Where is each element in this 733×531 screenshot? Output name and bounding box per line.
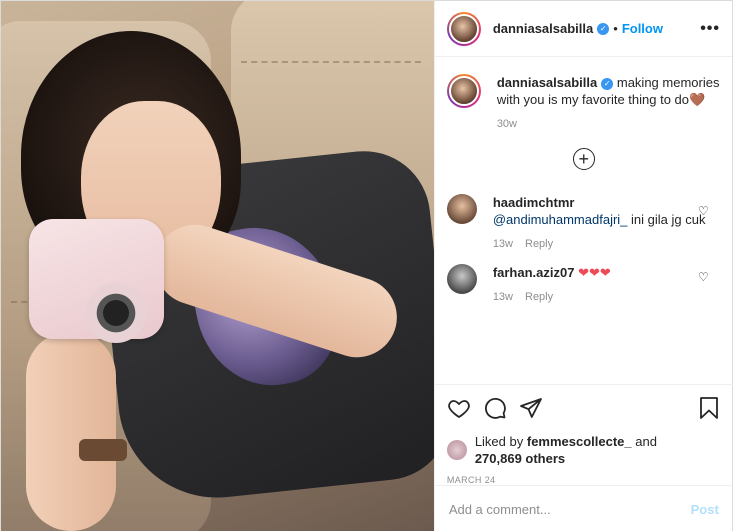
seat-stitch [241,61,421,63]
liker-avatar[interactable] [446,440,467,460]
separator-dot: • [613,21,618,36]
liker-username[interactable]: femmescollecte_ [527,434,632,449]
caption-avatar[interactable] [446,74,481,108]
likes-prefix: Liked by [474,434,527,449]
comments-section: danniasalsabilla ✓ making memories with y… [435,58,733,384]
post-photo[interactable] [1,1,434,531]
caption-row: danniasalsabilla ✓ making memories with y… [446,74,721,130]
follow-button[interactable]: Follow [622,21,663,36]
likes-count[interactable]: 270,869 others [475,451,565,466]
likes-text: Liked by femmescollecte_ and 270,869 oth… [475,433,657,467]
post-side-panel: danniasalsabilla ✓ • Follow ••• danniasa… [433,1,733,531]
likes-middle: and [631,434,657,449]
comment-body: haadimchtmr @andimuhammadfajri_ ini gila… [493,194,721,250]
comment-mention[interactable]: @andimuhammadfajri_ [493,212,628,227]
post-actions: Liked by femmescollecte_ and 270,869 oth… [434,384,733,485]
action-icons [447,395,721,421]
reply-button[interactable]: Reply [525,238,553,250]
comment-text: ❤❤❤ [578,265,611,280]
comment-input[interactable] [448,501,691,517]
comment-text: ini gila jg cuk [627,212,706,227]
comment-text-block: farhan.aziz07 ❤❤❤ [493,264,721,281]
comment-like-heart-icon[interactable]: ♡ [698,270,709,284]
instagram-post: danniasalsabilla ✓ • Follow ••• danniasa… [0,0,733,531]
likes-summary: Liked by femmescollecte_ and 270,869 oth… [446,433,721,467]
caption-timestamp[interactable]: 30w [497,118,517,130]
post-comment-button[interactable]: Post [691,502,719,517]
load-more-plus-icon[interactable]: + [572,148,595,170]
author-username[interactable]: danniasalsabilla [493,21,593,36]
comment-timestamp[interactable]: 13w [493,238,513,250]
caption-body: danniasalsabilla ✓ making memories with y… [497,74,721,130]
comment-username[interactable]: haadimchtmr [493,195,575,210]
comment-bubble-icon[interactable] [483,396,507,420]
wristwatch [79,439,127,461]
commenter-avatar[interactable] [446,194,477,224]
load-more-comments: + [447,148,721,170]
comment-text-block: haadimchtmr @andimuhammadfajri_ ini gila… [493,194,721,228]
reply-button[interactable]: Reply [525,291,553,303]
camera-lens [86,283,146,343]
verified-badge-icon: ✓ [601,77,614,90]
comment-username[interactable]: farhan.aziz07 [493,265,575,280]
more-options-icon[interactable]: ••• [700,20,720,38]
comment-meta: 13w Reply [493,291,721,303]
caption-text-block: danniasalsabilla ✓ making memories with y… [497,74,721,108]
commenter-avatar[interactable] [446,264,477,294]
heart-outline-icon[interactable] [447,396,471,420]
forearm [26,331,116,531]
comment-like-heart-icon[interactable]: ♡ [698,204,709,218]
add-comment-bar: Post [434,485,733,531]
caption-meta: 30w [497,118,721,130]
paper-plane-icon[interactable] [519,396,543,420]
bookmark-icon[interactable] [697,396,721,420]
comment-timestamp[interactable]: 13w [493,291,513,303]
comment-row: farhan.aziz07 ❤❤❤ 13w Reply ♡ [446,264,721,303]
post-date[interactable]: MARCH 24 [447,475,721,485]
comment-row: haadimchtmr @andimuhammadfajri_ ini gila… [446,194,721,250]
caption-username[interactable]: danniasalsabilla [497,75,597,90]
post-header: danniasalsabilla ✓ • Follow ••• [434,1,732,57]
verified-badge-icon: ✓ [597,22,610,35]
author-avatar[interactable] [446,11,481,46]
comment-meta: 13w Reply [493,238,721,250]
comment-body: farhan.aziz07 ❤❤❤ 13w Reply [493,264,721,303]
